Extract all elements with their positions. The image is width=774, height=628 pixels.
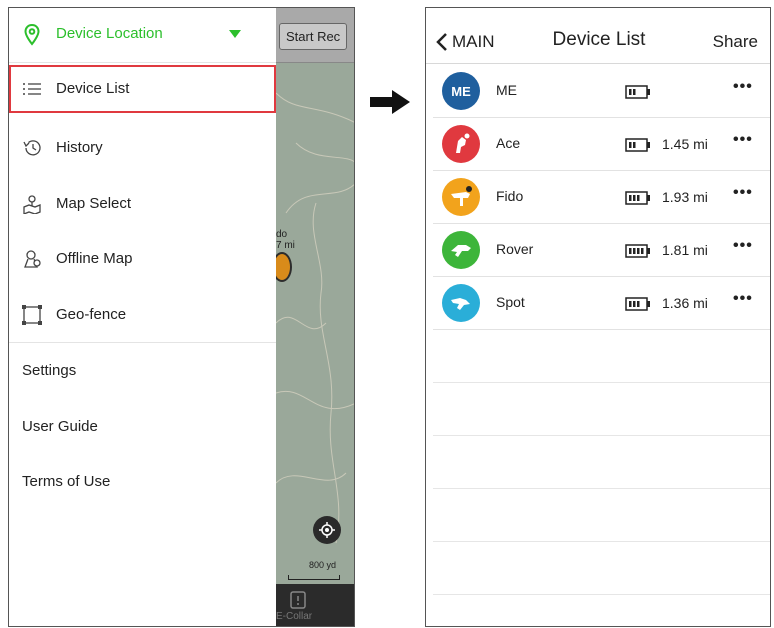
device-distance: 1.81 mi — [662, 242, 708, 258]
more-options-button[interactable]: ••• — [733, 184, 753, 202]
menu-item-history[interactable]: History — [9, 124, 276, 172]
device-name: Fido — [496, 188, 524, 204]
device-name: Spot — [496, 294, 525, 310]
empty-row — [433, 436, 770, 489]
more-options-button[interactable]: ••• — [733, 290, 753, 308]
menu-item-user-guide[interactable]: User Guide — [22, 418, 98, 435]
avatar: ME — [442, 72, 480, 110]
device-distance: 1.36 mi — [662, 295, 708, 311]
empty-row — [433, 489, 770, 542]
dog-avatar-icon — [442, 125, 480, 163]
device-name: ME — [496, 82, 517, 98]
right-phone-screen: MAIN Device List Share ME ME ••• Ace 1.4… — [425, 7, 771, 627]
device-row-rover[interactable]: Rover 1.81 mi ••• — [433, 224, 770, 277]
device-name: Rover — [496, 241, 534, 257]
transition-arrow-icon — [370, 90, 410, 114]
menu-item-device-list[interactable]: Device List — [9, 65, 276, 113]
more-options-button[interactable]: ••• — [733, 78, 753, 96]
ecollar-icon — [290, 591, 306, 609]
menu-item-terms-of-use[interactable]: Terms of Use — [22, 473, 110, 490]
drawer-title: Device Location — [56, 25, 163, 42]
empty-row — [433, 330, 770, 383]
nav-header: MAIN Device List Share — [426, 8, 770, 64]
share-button[interactable]: Share — [713, 32, 758, 52]
device-row-ace[interactable]: Ace 1.45 mi ••• — [433, 118, 770, 171]
battery-icon — [625, 85, 650, 99]
list-icon — [23, 83, 41, 95]
map-scale-label: 800 yd — [309, 560, 337, 570]
more-options-button[interactable]: ••• — [733, 237, 753, 255]
menu-item-label: Geo-fence — [56, 306, 127, 323]
battery-icon — [625, 297, 650, 311]
empty-row — [433, 383, 770, 436]
ecollar-tab-label[interactable]: E-Collar — [276, 611, 312, 622]
device-row-fido[interactable]: Fido 1.93 mi ••• — [433, 171, 770, 224]
history-icon — [23, 140, 41, 156]
device-distance: 1.45 mi — [662, 136, 708, 152]
dog-avatar-icon — [442, 231, 480, 269]
battery-icon — [625, 191, 650, 205]
location-pin-icon — [24, 24, 40, 46]
chevron-down-icon[interactable] — [229, 30, 241, 38]
device-list: ME ME ••• Ace 1.45 mi ••• Fido 1.93 mi •… — [433, 65, 770, 595]
battery-icon — [625, 138, 650, 152]
menu-item-label: Map Select — [56, 195, 132, 212]
menu-item-map-select[interactable]: Map Select — [9, 180, 276, 228]
device-distance: 1.93 mi — [662, 189, 708, 205]
drawer-header[interactable]: Device Location — [9, 8, 276, 63]
dog-avatar-icon — [442, 284, 480, 322]
battery-icon — [625, 244, 650, 258]
offline-map-icon — [24, 250, 41, 268]
menu-item-label: Offline Map — [56, 250, 133, 267]
map-select-icon — [23, 195, 41, 214]
menu-item-settings[interactable]: Settings — [22, 362, 76, 379]
map-terrain — [276, 92, 354, 544]
device-row-me[interactable]: ME ME ••• — [433, 65, 770, 118]
map-pin-label: do 7 mi — [276, 229, 295, 251]
drawer-divider — [9, 342, 276, 343]
locate-button[interactable] — [313, 516, 341, 544]
left-phone-screen: Start Rec do 7 mi 800 yd E-Collar Device… — [8, 7, 355, 627]
geo-fence-icon — [22, 305, 42, 325]
navigation-drawer: Device Location Device List History Map … — [9, 8, 276, 626]
menu-item-geo-fence[interactable]: Geo-fence — [9, 291, 276, 339]
device-row-spot[interactable]: Spot 1.36 mi ••• — [433, 277, 770, 330]
device-name: Ace — [496, 135, 521, 151]
empty-row — [433, 542, 770, 595]
map-scale-bar — [288, 575, 340, 580]
start-rec-button[interactable]: Start Rec — [279, 23, 348, 50]
crosshair-icon — [319, 522, 335, 538]
map-top-bar: Start Rec — [276, 8, 354, 63]
map-view[interactable]: Start Rec do 7 mi 800 yd E-Collar — [272, 8, 354, 626]
more-options-button[interactable]: ••• — [733, 131, 753, 149]
menu-item-label: History — [56, 139, 103, 156]
dog-avatar-icon — [442, 178, 480, 216]
menu-item-label: Device List — [56, 80, 130, 97]
map-bottom-bar: E-Collar — [276, 584, 354, 626]
menu-item-offline-map[interactable]: Offline Map — [9, 235, 276, 283]
